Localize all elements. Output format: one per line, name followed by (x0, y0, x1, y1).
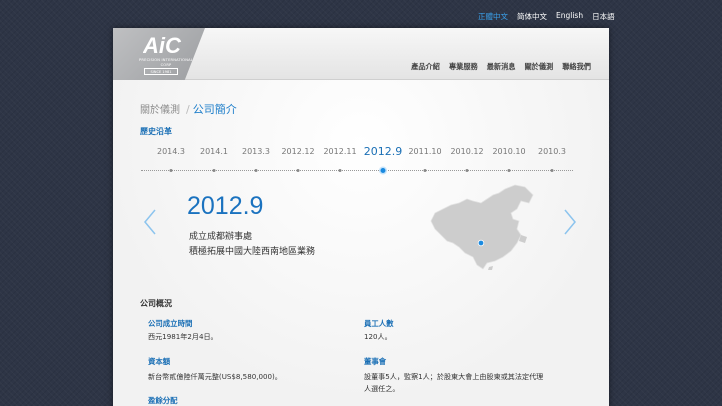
capital-label: 資本額 (148, 357, 171, 366)
lang-english[interactable]: English (556, 11, 583, 22)
timeline-year-2012-11[interactable]: 2012.11 (323, 147, 356, 156)
timeline-year-2012-12[interactable]: 2012.12 (281, 147, 314, 156)
timeline-year-2012-9[interactable]: 2012.9 (364, 145, 403, 158)
main-nav: 產品介紹 專業服務 最新消息 關於儀測 聯絡我們 (411, 62, 591, 72)
timeline-dot[interactable] (507, 169, 511, 172)
timeline-year-2010-10[interactable]: 2010.10 (492, 147, 525, 156)
nav-about[interactable]: 關於儀測 (524, 62, 553, 72)
timeline-years: 2014.3 2014.1 2013.3 2012.12 2012.11 201… (113, 145, 609, 161)
timeline-year-2010-12[interactable]: 2010.12 (450, 147, 483, 156)
timeline-track (141, 168, 573, 173)
overview-section-title: 公司概況 (140, 299, 172, 308)
chevron-right-icon[interactable] (563, 208, 577, 236)
event-line-1: 成立成都辦事處 (189, 232, 253, 242)
employees-label: 員工人數 (364, 319, 394, 328)
svg-text:AiC: AiC (143, 34, 182, 56)
chevron-left-icon[interactable] (143, 208, 157, 236)
history-section-title: 歷史沿革 (140, 127, 172, 136)
timeline-dot-active[interactable] (380, 168, 386, 173)
timeline-dot[interactable] (338, 169, 342, 172)
board-label: 董事會 (364, 357, 387, 366)
nav-services[interactable]: 專業服務 (449, 62, 478, 72)
timeline-dot[interactable] (465, 169, 469, 172)
page-container: AiC PRECISION INTERNATIONAL CORP SINCE 1… (113, 28, 609, 406)
timeline-year-2011-10[interactable]: 2011.10 (408, 147, 441, 156)
timeline-dot[interactable] (254, 169, 258, 172)
language-switcher: 正體中文 简体中文 English 日本語 (478, 11, 615, 22)
site-header: AiC PRECISION INTERNATIONAL CORP SINCE 1… (113, 28, 609, 80)
capital-value: 新台幣貳億陸仟萬元整(US$8,580,000)。 (148, 372, 282, 381)
logo-established: SINCE 1981 (144, 68, 178, 75)
dividend-label: 盈餘分配 (148, 396, 178, 405)
logo-mark-icon: AiC (143, 34, 182, 56)
event-line-2: 積極拓展中國大陸西南地區業務 (189, 247, 316, 257)
logo-subtitle: PRECISION INTERNATIONAL CORP (139, 58, 193, 67)
timeline-dot[interactable] (169, 169, 173, 172)
founded-label: 公司成立時間 (148, 319, 193, 328)
nav-contact[interactable]: 聯絡我們 (562, 62, 591, 72)
timeline-dot[interactable] (212, 169, 216, 172)
board-value-line-1: 設董事5人，監察1人；於股東大會上由股東或其法定代理 (364, 372, 544, 381)
breadcrumb-separator: / (186, 103, 190, 116)
china-map-icon (430, 184, 534, 270)
nav-news[interactable]: 最新消息 (487, 62, 516, 72)
timeline-year-2010-3[interactable]: 2010.3 (538, 147, 566, 156)
timeline-dot[interactable] (296, 169, 300, 172)
lang-simplified-chinese[interactable]: 简体中文 (517, 11, 547, 22)
board-value-line-2: 人選任之。 (364, 384, 400, 393)
timeline-year-2013-3[interactable]: 2013.3 (242, 147, 270, 156)
timeline-dot[interactable] (423, 169, 427, 172)
breadcrumb: 關於儀測 / 公司簡介 (140, 101, 237, 117)
nav-products[interactable]: 產品介紹 (411, 62, 440, 72)
lang-japanese[interactable]: 日本語 (592, 11, 615, 22)
employees-value: 120人。 (364, 332, 392, 341)
selected-year: 2012.9 (187, 192, 264, 220)
timeline-dot[interactable] (550, 169, 554, 172)
lang-traditional-chinese[interactable]: 正體中文 (478, 11, 508, 22)
logo[interactable]: AiC PRECISION INTERNATIONAL CORP SINCE 1… (113, 28, 205, 80)
timeline-year-2014-1[interactable]: 2014.1 (200, 147, 228, 156)
timeline-year-2014-3[interactable]: 2014.3 (157, 147, 185, 156)
founded-value: 西元1981年2月4日。 (148, 332, 218, 341)
page-title: 公司簡介 (192, 103, 237, 116)
breadcrumb-parent[interactable]: 關於儀測 (140, 105, 180, 116)
